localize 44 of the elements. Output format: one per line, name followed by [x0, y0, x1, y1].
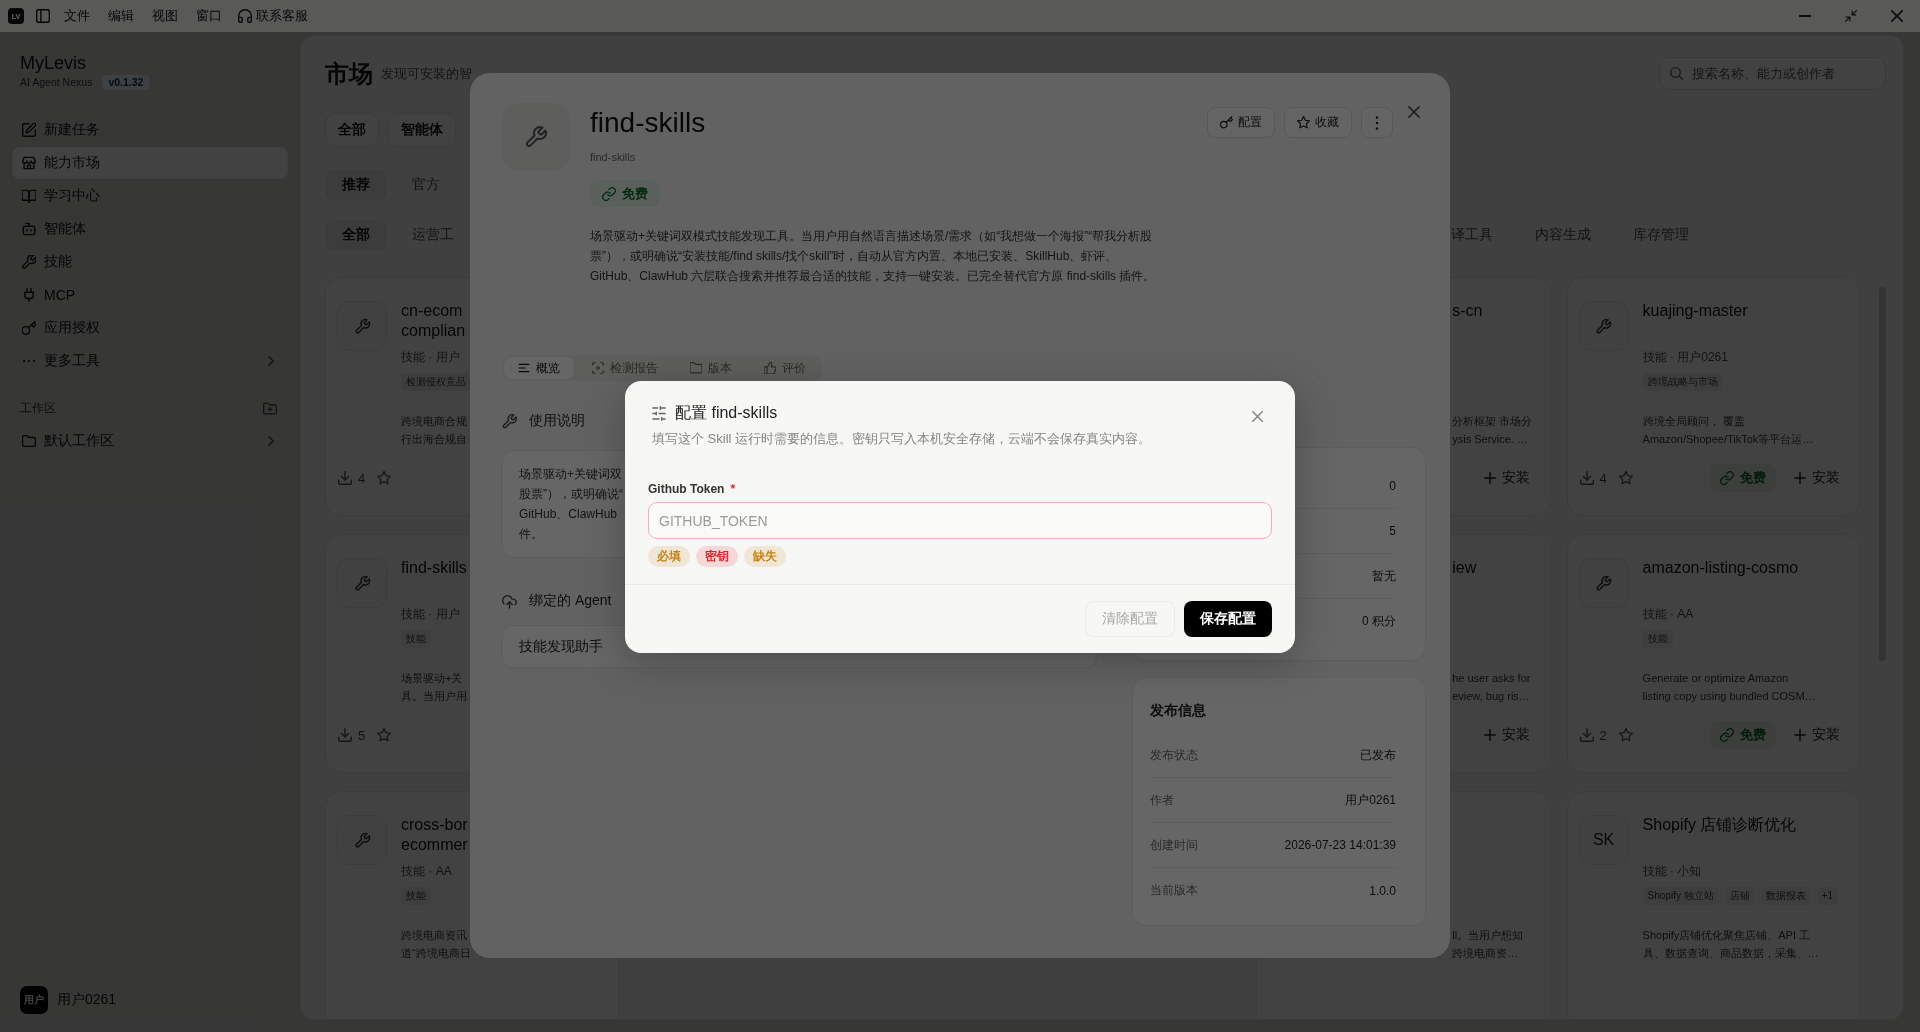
- stat-value: 暂无: [1372, 567, 1396, 585]
- skill-description: 场景驱动+关键词双模式技能发现工具。当用户用自然语言描述场景/需求（如“我想做一个海报”“帮我分析股票”），或明确说“安装技能/find skills/找个skill”时，自动从官方内置、本地已安装、SkillHub、虾评、GitHub、ClawHub 六层联合搜索并推荐最合适的技能，支持一键安装。已完全替代官方原 find-skills 插件。: [590, 228, 1157, 285]
- card-title: ecommer: [401, 835, 468, 855]
- agent-name: 技能发现助手: [519, 637, 603, 656]
- field-label: Github Token: [648, 482, 725, 496]
- skill-id: find-skills: [590, 150, 636, 165]
- usage-text: 股票”），或明确说“: [519, 486, 623, 503]
- skill-title: find-skills: [590, 106, 706, 140]
- stat-value: 0 积分: [1362, 613, 1396, 630]
- card-avatar: SK: [1578, 815, 1629, 865]
- info-value: 1.0.0: [1369, 883, 1396, 898]
- card-title: cn-ecom: [401, 301, 463, 321]
- section-title: 绑定的 Agent: [529, 592, 612, 610]
- card-title: find-skills: [401, 558, 467, 578]
- dialog-title: 配置 find-skills: [675, 402, 778, 423]
- card-title: cross-bor: [401, 815, 468, 835]
- card-title: complian: [401, 321, 466, 341]
- info-label: 发布状态: [1150, 746, 1198, 764]
- info-label: 作者: [1150, 791, 1174, 809]
- required-mark: *: [730, 482, 736, 496]
- info-value: 已发布: [1360, 746, 1396, 764]
- card-title: Shopify 店铺诊断优化: [1642, 815, 1797, 835]
- dialog-description: 填写这个 Skill 运行时需要的信息。密钥只写入本机安全存储，云端不会保存真实内容。: [651, 430, 1153, 448]
- stat-value: 5: [1389, 524, 1396, 538]
- status-tag: 必填: [648, 546, 690, 567]
- page-title: 市场: [325, 58, 373, 89]
- stat-value: 0: [1389, 479, 1396, 493]
- section-title: 使用说明: [529, 412, 585, 430]
- version-badge: v0.1.32: [102, 74, 150, 90]
- info-value: 2026-07-23 14:01:39: [1284, 838, 1396, 852]
- usage-text: 场景驱动+关键词双: [519, 466, 622, 483]
- card-title: iew: [1452, 558, 1477, 578]
- card-heading: 发布信息: [1150, 701, 1206, 720]
- usage-text: GitHub、ClawHub: [519, 506, 618, 523]
- card-title: amazon-listing-cosmo: [1642, 558, 1799, 578]
- status-tag: 密钥: [696, 546, 738, 567]
- card-title: kuajing-master: [1642, 301, 1748, 321]
- price-label: 免费: [622, 184, 648, 203]
- usage-text: 件。: [519, 526, 543, 543]
- price-label: 免费: [1740, 726, 1766, 744]
- price-label: 免费: [1740, 469, 1766, 487]
- info-value: 用户0261: [1345, 791, 1396, 809]
- card-title: s-cn: [1452, 301, 1483, 321]
- status-tag: 缺失: [744, 546, 786, 567]
